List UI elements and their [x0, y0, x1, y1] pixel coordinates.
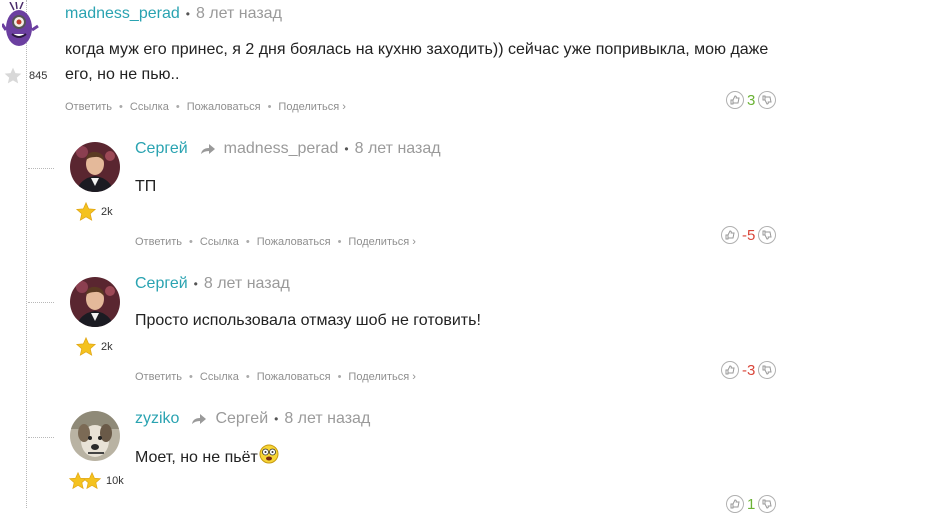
vote-widget: -3 [721, 360, 777, 380]
author-link[interactable]: zyziko [135, 410, 179, 428]
author-link[interactable]: Сергей [135, 275, 188, 293]
share-link[interactable]: Поделиться › [348, 371, 415, 383]
reply-to-author[interactable]: Сергей [215, 410, 268, 428]
share-link[interactable]: Поделиться › [348, 236, 415, 248]
man-avatar[interactable] [70, 277, 120, 327]
dog-avatar[interactable] [70, 411, 120, 461]
comment-text: ТП [135, 178, 157, 195]
user-rating: 10k [68, 470, 124, 492]
share-link[interactable]: Поделиться › [278, 101, 345, 113]
comment-actions: Ответить • Ссылка • Пожаловаться • Поделиться … [135, 371, 416, 383]
report-link[interactable]: Пожаловаться [257, 236, 331, 248]
comment-score: -5 [742, 226, 756, 244]
comment-header: Сергей • 8 лет назад [135, 275, 290, 293]
vote-widget: 1 [726, 494, 777, 514]
permalink[interactable]: Ссылка [200, 236, 239, 248]
permalink[interactable]: Ссылка [130, 101, 169, 113]
reply-arrow-icon [191, 413, 207, 425]
user-rating: 845 [3, 66, 47, 86]
thread-branch [28, 168, 54, 169]
timestamp[interactable]: 8 лет назад [284, 410, 370, 428]
author-link[interactable]: madness_perad [65, 5, 180, 23]
comment-score: 1 [747, 495, 756, 513]
comment-score: 3 [747, 91, 756, 109]
thumbs-down-icon[interactable] [758, 361, 777, 379]
comment-text: Просто использовала отмазу шоб не готови… [135, 312, 481, 329]
thumbs-down-icon[interactable] [758, 91, 777, 109]
thread-branch [28, 302, 54, 303]
reply-link[interactable]: Ответить [65, 101, 112, 113]
comment-text: Моет, но не пьёт [135, 444, 279, 470]
comment-header: zyziko Сергей • 8 лет назад [135, 410, 371, 428]
author-link[interactable]: Сергей [135, 140, 188, 158]
reply-link[interactable]: Ответить [135, 371, 182, 383]
user-rating: 2k [75, 201, 113, 223]
minion-avatar[interactable] [0, 0, 42, 52]
reply-arrow-icon [200, 143, 216, 155]
thumbs-up-icon[interactable] [721, 226, 739, 244]
reply-to-author[interactable]: madness_perad [224, 140, 339, 158]
man-avatar[interactable] [70, 142, 120, 192]
reply-link[interactable]: Ответить [135, 236, 182, 248]
thumbs-up-icon[interactable] [726, 91, 744, 109]
permalink[interactable]: Ссылка [200, 371, 239, 383]
vote-widget: 3 [726, 90, 777, 110]
report-link[interactable]: Пожаловаться [257, 371, 331, 383]
thumbs-up-icon[interactable] [721, 361, 739, 379]
comment-score: -3 [742, 361, 756, 379]
comment-actions: Ответить • Ссылка • Пожаловаться • Поделиться … [135, 236, 416, 248]
surprised-emoji-icon [259, 444, 279, 463]
thumbs-down-icon[interactable] [758, 226, 777, 244]
thumbs-down-icon[interactable] [758, 495, 777, 513]
user-rating: 2k [75, 336, 113, 358]
thumbs-up-icon[interactable] [726, 495, 744, 513]
comment-text: когда муж его принес, я 2 дня боялась на… [65, 41, 769, 83]
comment-header: madness_perad • 8 лет назад [65, 5, 282, 23]
timestamp[interactable]: 8 лет назад [355, 140, 441, 158]
star-icon [75, 336, 97, 356]
thread-branch [28, 437, 54, 438]
timestamp[interactable]: 8 лет назад [204, 275, 290, 293]
comment-actions: Ответить • Ссылка • Пожаловаться • Поделиться … [65, 101, 346, 113]
report-link[interactable]: Пожаловаться [187, 101, 261, 113]
star-icon [75, 201, 97, 221]
vote-widget: -5 [721, 225, 777, 245]
timestamp[interactable]: 8 лет назад [196, 5, 282, 23]
star-icon [82, 471, 102, 490]
comment-header: Сергей madness_perad • 8 лет назад [135, 140, 441, 158]
star-icon [4, 67, 22, 84]
